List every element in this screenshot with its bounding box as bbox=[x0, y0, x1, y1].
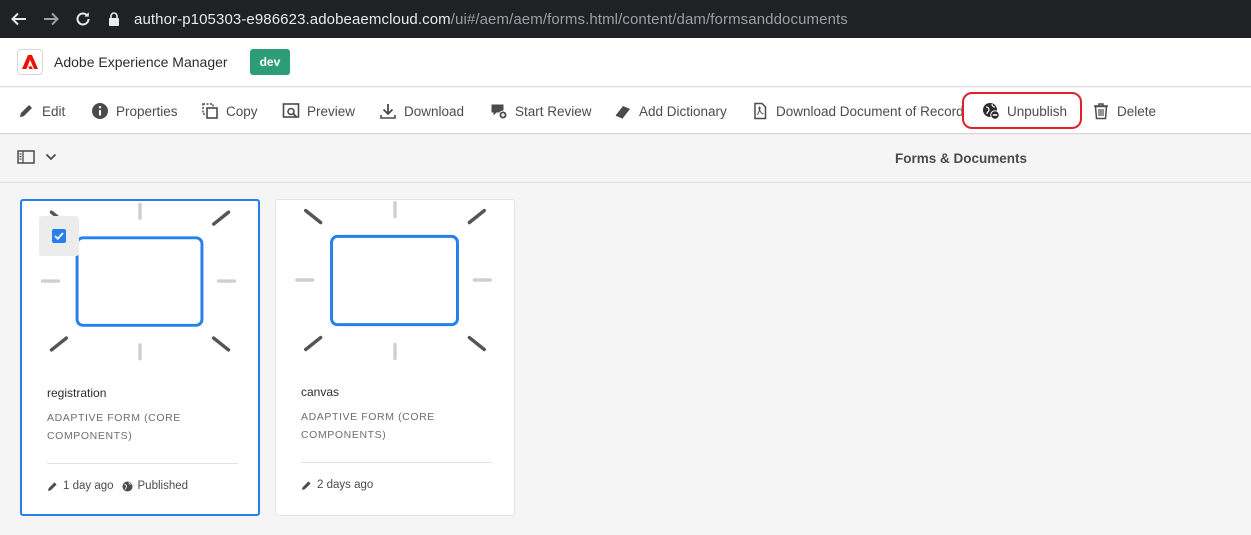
modified-time: 2 days ago bbox=[317, 479, 374, 491]
download-label: Download bbox=[404, 103, 465, 119]
add-dictionary-label: Add Dictionary bbox=[639, 103, 727, 119]
reload-icon bbox=[76, 12, 90, 26]
edit-button[interactable]: Edit bbox=[17, 88, 65, 134]
url-text: author-p105303-e986623.adobeaemcloud.com… bbox=[134, 11, 848, 28]
chevron-down-icon bbox=[45, 153, 57, 161]
url-host: author-p105303-e986623.adobeaemcloud.com bbox=[134, 10, 451, 28]
globe-icon bbox=[122, 481, 133, 491]
unpublish-label: Unpublish bbox=[1007, 103, 1068, 119]
form-card-canvas[interactable]: canvas ADAPTIVE FORM (CORE COMPONENTS) 2… bbox=[275, 199, 515, 516]
action-bar: Edit Properties Copy Preview Download St… bbox=[0, 88, 1251, 134]
pencil-icon bbox=[48, 481, 57, 491]
card-select-checkbox[interactable] bbox=[39, 216, 79, 256]
properties-button[interactable]: Properties bbox=[91, 88, 178, 134]
form-card-registration[interactable]: registration ADAPTIVE FORM (CORE COMPONE… bbox=[20, 199, 260, 516]
publish-status: Published bbox=[122, 480, 189, 492]
lock-icon bbox=[109, 12, 119, 26]
copy-label: Copy bbox=[226, 103, 258, 119]
copy-button[interactable]: Copy bbox=[201, 88, 258, 134]
url-path: /ui#/aem/aem/forms.html/content/dam/form… bbox=[450, 10, 848, 28]
start-review-button[interactable]: Start Review bbox=[490, 88, 592, 134]
card-divider bbox=[47, 463, 238, 464]
unpublish-button[interactable]: Unpublish bbox=[982, 88, 1067, 134]
checkmark-icon bbox=[54, 232, 64, 240]
preview-icon bbox=[282, 103, 300, 118]
preview-button[interactable]: Preview bbox=[282, 88, 355, 134]
app-header: Adobe Experience Manager dev bbox=[0, 38, 1251, 87]
edit-label: Edit bbox=[42, 103, 66, 119]
environment-badge: dev bbox=[249, 49, 291, 75]
reload-button[interactable] bbox=[70, 6, 96, 32]
adobe-logo[interactable] bbox=[17, 49, 43, 75]
rail-toggle-button[interactable] bbox=[17, 150, 57, 164]
card-meta: 1 day ago Published bbox=[47, 480, 188, 492]
content-subheader: Forms & Documents bbox=[0, 135, 1251, 183]
dictionary-icon bbox=[615, 106, 630, 119]
download-document-of-record-label: Download Document of Record bbox=[776, 103, 964, 119]
document-icon bbox=[754, 102, 767, 120]
info-icon bbox=[92, 103, 108, 119]
back-button[interactable] bbox=[6, 6, 32, 32]
card-title: canvas bbox=[301, 385, 340, 399]
forward-button[interactable] bbox=[38, 6, 64, 32]
pencil-icon bbox=[20, 105, 32, 117]
download-document-of-record-button[interactable]: Download Document of Record bbox=[751, 88, 964, 134]
card-type: ADAPTIVE FORM (CORE COMPONENTS) bbox=[47, 412, 181, 442]
start-review-label: Start Review bbox=[515, 103, 592, 119]
delete-button[interactable]: Delete bbox=[1092, 88, 1156, 134]
page-title: Forms & Documents bbox=[895, 151, 1028, 166]
pencil-icon bbox=[302, 480, 311, 490]
address-bar[interactable]: author-p105303-e986623.adobeaemcloud.com… bbox=[106, 5, 848, 33]
trash-icon bbox=[1094, 103, 1108, 120]
arrow-left-icon bbox=[11, 12, 26, 26]
review-icon bbox=[491, 104, 508, 120]
arrow-right-icon bbox=[44, 12, 59, 26]
adaptive-form-thumbnail-icon bbox=[295, 200, 492, 361]
checkbox-checked bbox=[52, 229, 66, 243]
add-dictionary-button[interactable]: Add Dictionary bbox=[614, 88, 727, 134]
status-label: Published bbox=[137, 480, 189, 492]
copy-icon bbox=[202, 103, 218, 119]
properties-label: Properties bbox=[116, 103, 178, 119]
modified-time: 1 day ago bbox=[63, 480, 114, 492]
app-title[interactable]: Adobe Experience Manager bbox=[54, 54, 228, 70]
card-divider bbox=[301, 462, 492, 463]
card-title: registration bbox=[47, 386, 107, 400]
card-type: ADAPTIVE FORM (CORE COMPONENTS) bbox=[301, 411, 435, 441]
adobe-icon bbox=[22, 55, 38, 69]
preview-label: Preview bbox=[307, 103, 356, 119]
delete-label: Delete bbox=[1117, 103, 1157, 119]
panel-icon bbox=[17, 150, 35, 164]
download-button[interactable]: Download bbox=[379, 88, 464, 134]
browser-toolbar: author-p105303-e986623.adobeaemcloud.com… bbox=[0, 0, 1251, 38]
card-meta: 2 days ago bbox=[301, 479, 373, 491]
download-icon bbox=[380, 104, 396, 119]
unpublish-icon bbox=[983, 103, 1000, 120]
